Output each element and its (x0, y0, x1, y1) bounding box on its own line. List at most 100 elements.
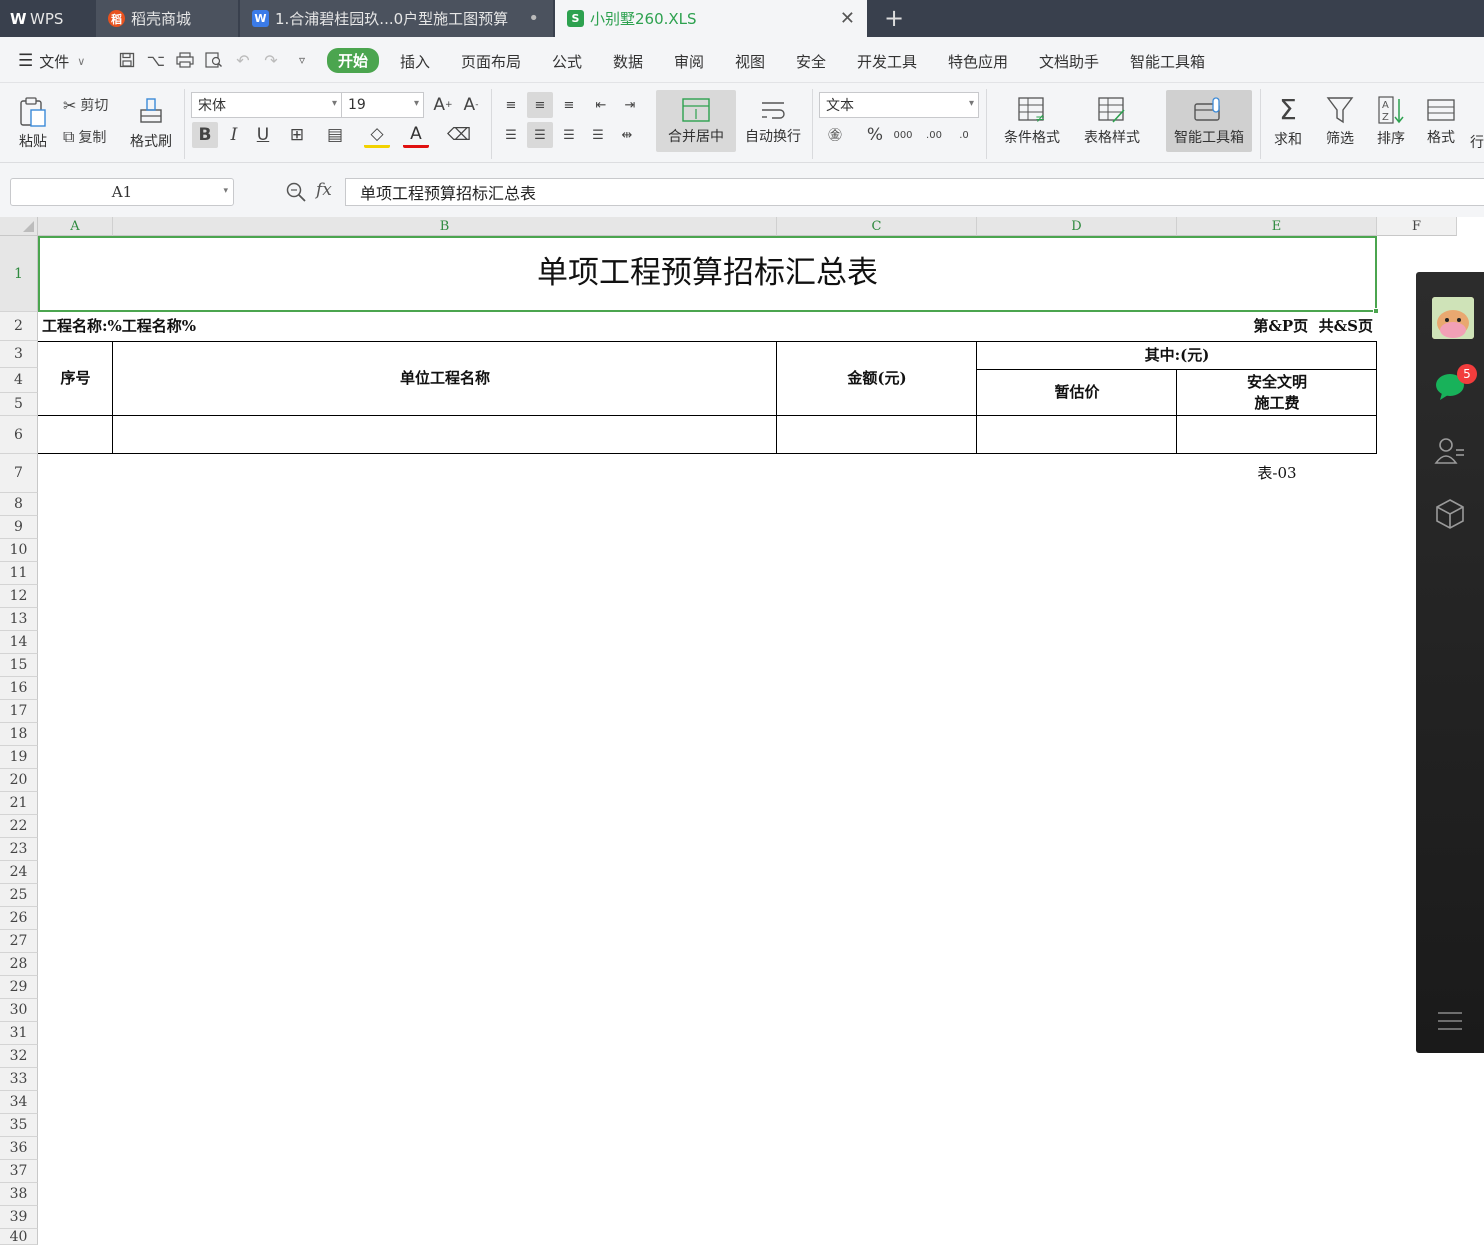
justify-icon[interactable]: ☰ (585, 122, 611, 148)
underline-button[interactable]: U (250, 122, 276, 148)
align-bottom-icon[interactable]: ≡ (556, 92, 582, 118)
row-header[interactable]: 13 (0, 608, 38, 631)
smart-toolbox-button[interactable]: 智能工具箱 (1166, 90, 1252, 152)
data-cell-d6[interactable] (977, 416, 1177, 454)
row-header[interactable]: 5 (0, 393, 38, 416)
print-icon[interactable] (175, 49, 195, 71)
row-header[interactable]: 37 (0, 1160, 38, 1183)
merge-center-button[interactable]: 合并居中 (656, 90, 736, 152)
column-header-d[interactable]: D (977, 217, 1177, 236)
tab-wps-home[interactable]: W WPS (0, 0, 94, 37)
header-amount-cell[interactable]: 金额(元) (777, 341, 977, 416)
row-header[interactable]: 19 (0, 746, 38, 769)
align-left-icon[interactable]: ☰ (498, 122, 524, 148)
row-header[interactable]: 28 (0, 953, 38, 976)
row-header[interactable]: 40 (0, 1229, 38, 1245)
zoom-search-icon[interactable] (285, 181, 307, 203)
select-all-corner[interactable] (0, 217, 38, 236)
menu-tab-review[interactable]: 审阅 (674, 50, 704, 72)
menu-tab-special-features[interactable]: 特色应用 (948, 50, 1008, 72)
row-header[interactable]: 36 (0, 1137, 38, 1160)
row-header[interactable]: 18 (0, 723, 38, 746)
row-header[interactable]: 6 (0, 416, 38, 454)
spreadsheet-grid[interactable]: A B C D E F 1 2 3 4 5 6 7 8 9 10 11 12 1… (0, 217, 1484, 1245)
clear-format-eraser-icon[interactable]: ⌫ (446, 122, 472, 148)
contacts-icon[interactable] (1433, 434, 1467, 468)
row-header[interactable]: 29 (0, 976, 38, 999)
column-header-f[interactable]: F (1377, 217, 1457, 236)
format-brush-quick-icon[interactable]: ⌥ (146, 49, 166, 71)
menu-tab-data[interactable]: 数据 (613, 50, 643, 72)
row-header[interactable]: 34 (0, 1091, 38, 1114)
align-center-icon[interactable]: ☰ (527, 122, 553, 148)
column-header-e[interactable]: E (1177, 217, 1377, 236)
row-header[interactable]: 4 (0, 368, 38, 393)
italic-button[interactable]: I (221, 122, 247, 148)
insert-function-fx-icon[interactable]: fx (316, 180, 332, 200)
row-header[interactable]: 27 (0, 930, 38, 953)
font-size-select[interactable]: 19 ▾ (341, 92, 424, 118)
bold-button[interactable]: B (192, 122, 218, 148)
project-name-cell[interactable]: 工程名称:%工程名称% (42, 312, 196, 341)
header-provisional-cell[interactable]: 暂估价 (977, 369, 1177, 416)
currency-icon[interactable]: ㊎ (822, 122, 848, 148)
row-header[interactable]: 7 (0, 454, 38, 493)
quick-access-more-icon[interactable]: ▿ (292, 49, 312, 71)
distributed-align-icon[interactable]: ⇹ (614, 122, 640, 148)
row-header[interactable]: 39 (0, 1206, 38, 1229)
increase-font-size-icon[interactable]: A + (430, 92, 456, 118)
header-safety-fee-cell[interactable]: 安全文明 施工费 (1177, 369, 1377, 416)
menu-tab-view[interactable]: 视图 (735, 50, 765, 72)
table-style-button[interactable]: 表格样式 (1074, 90, 1150, 152)
package-box-icon[interactable] (1433, 497, 1467, 531)
number-format-select[interactable]: 文本 ▾ (819, 92, 979, 118)
undo-icon[interactable]: ↶ (233, 49, 253, 71)
data-cell-b6[interactable] (113, 416, 777, 454)
tab-writer-document[interactable]: W 1.合浦碧桂园玖...0户型施工图预算 • (240, 0, 553, 37)
cell-style-icon[interactable]: ▤ (322, 122, 348, 148)
sum-button[interactable]: Σ 求和 (1266, 90, 1310, 152)
cut-button[interactable]: ✂ 剪切 (63, 94, 108, 116)
name-box[interactable]: A1 ▾ (10, 178, 234, 206)
column-header-c[interactable]: C (777, 217, 977, 236)
format-painter-button[interactable]: 格式刷 (125, 91, 177, 155)
menu-tab-doc-assistant[interactable]: 文档助手 (1039, 50, 1099, 72)
row-header[interactable]: 12 (0, 585, 38, 608)
column-header-b[interactable]: B (113, 217, 777, 236)
row-header[interactable]: 33 (0, 1068, 38, 1091)
header-seq-cell[interactable]: 序号 (38, 341, 113, 416)
row-header[interactable]: 21 (0, 792, 38, 815)
fill-handle[interactable] (1373, 308, 1379, 314)
decrease-indent-icon[interactable]: ⇤ (588, 92, 614, 118)
row-header[interactable]: 2 (0, 312, 38, 341)
tab-docer-store[interactable]: 稻 稻壳商城 (96, 0, 238, 37)
row-header[interactable]: 25 (0, 884, 38, 907)
paste-button[interactable]: 粘贴 (10, 91, 56, 155)
conditional-format-button[interactable]: ≠ 条件格式 (994, 90, 1070, 152)
row-header[interactable]: 9 (0, 516, 38, 539)
increase-indent-icon[interactable]: ⇥ (617, 92, 643, 118)
table-code-cell[interactable]: 表-03 (1177, 454, 1377, 493)
menu-tab-page-layout[interactable]: 页面布局 (461, 50, 521, 72)
font-name-select[interactable]: 宋体 ▾ (191, 92, 342, 118)
row-header[interactable]: 23 (0, 838, 38, 861)
file-menu[interactable]: ☰ 文件 ∨ (18, 50, 85, 72)
column-header-a[interactable]: A (38, 217, 113, 236)
chat-icon[interactable]: 5 (1433, 364, 1477, 403)
row-col-button[interactable]: 行 (1470, 129, 1484, 152)
row-header[interactable]: 14 (0, 631, 38, 654)
align-right-icon[interactable]: ☰ (556, 122, 582, 148)
row-header[interactable]: 26 (0, 907, 38, 930)
format-button[interactable]: 格式 (1418, 90, 1464, 152)
row-header[interactable]: 16 (0, 677, 38, 700)
row-header[interactable]: 38 (0, 1183, 38, 1206)
row-header[interactable]: 15 (0, 654, 38, 677)
menu-tab-developer[interactable]: 开发工具 (857, 50, 917, 72)
row-header[interactable]: 22 (0, 815, 38, 838)
menu-tab-smart-toolbox[interactable]: 智能工具箱 (1130, 50, 1205, 72)
save-icon[interactable] (117, 49, 137, 71)
header-of-which-cell[interactable]: 其中:(元) (977, 341, 1377, 369)
redo-icon[interactable]: ↷ (261, 49, 281, 71)
row-header[interactable]: 11 (0, 562, 38, 585)
print-preview-icon[interactable] (204, 49, 224, 71)
